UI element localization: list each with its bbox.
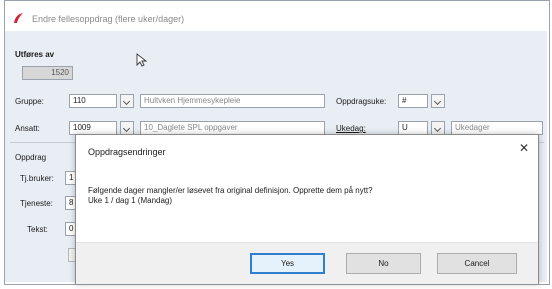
utfores-field: 1520 (22, 66, 73, 80)
close-icon[interactable]: ✕ (517, 141, 531, 155)
tjeneste-label: Tjeneste: (20, 199, 53, 208)
app-logo-icon (14, 13, 23, 23)
dialog-message-line2: Uke 1 / dag 1 (Mandag) (88, 196, 173, 205)
ansatt-label: Ansatt: (15, 124, 40, 133)
utfores-label: Utføres av (15, 50, 55, 59)
yes-button[interactable]: Yes (250, 253, 325, 274)
gruppe-dropdown-button[interactable] (120, 94, 134, 108)
ukedag-label: Ukedag: (336, 124, 366, 133)
gruppe-label: Gruppe: (15, 97, 44, 106)
tjbruker-label: Tj.bruker: (20, 174, 54, 183)
gruppe-code-input[interactable]: 110 (69, 94, 117, 108)
ansatt-code-input[interactable]: 1009 (69, 121, 117, 135)
oppdrag-section-label: Oppdrag (15, 153, 47, 162)
tekst-label: Tekst: (27, 225, 48, 234)
dialog-message: Følgende dager mangler/er løsevet fra or… (88, 186, 373, 206)
dialog-button-bar: Yes No Cancel (76, 242, 538, 284)
oppdragsuke-label: Oppdragsuke: (336, 97, 387, 106)
ukedag-input[interactable]: U (398, 121, 428, 135)
window-title: Endre fellesoppdrag (flere uker/dager) (32, 14, 185, 24)
ansatt-dropdown-button[interactable] (120, 121, 134, 135)
ukedag-name-field: Ukedager (451, 121, 543, 135)
mouse-pointer-icon (136, 53, 147, 67)
gruppe-name-field: Hultvken Hjemmesykepleie (140, 94, 325, 108)
dialog-title: Oppdragsendringer (88, 147, 166, 157)
oppdragsendringer-dialog: Oppdragsendringer ✕ Følgende dager mangl… (75, 134, 539, 284)
no-button[interactable]: No (346, 253, 421, 274)
ukedag-dropdown-button[interactable] (431, 121, 445, 135)
ansatt-name-field: 10_Daglete SPL oppgaver (140, 121, 325, 135)
dialog-message-line1: Følgende dager mangler/er løsevet fra or… (88, 186, 373, 195)
cancel-button[interactable]: Cancel (437, 253, 517, 274)
oppdragsuke-input[interactable]: # (398, 94, 428, 108)
oppdragsuke-dropdown-button[interactable] (431, 94, 445, 108)
